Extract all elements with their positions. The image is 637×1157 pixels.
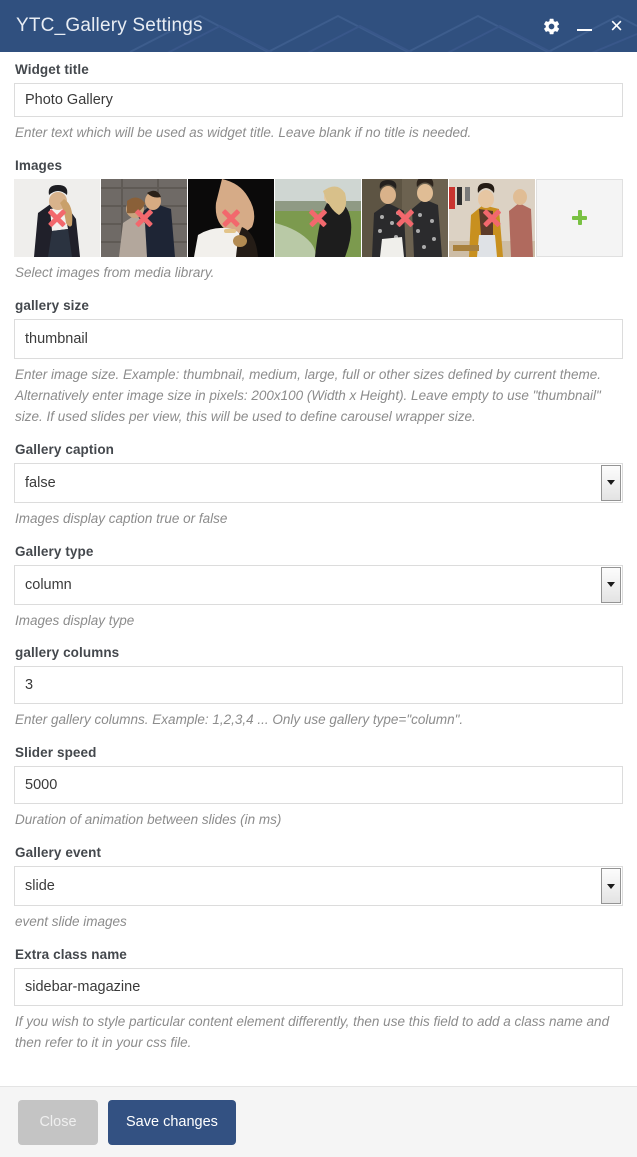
image-thumbnail[interactable] — [14, 178, 100, 257]
chevron-down-icon[interactable] — [601, 868, 621, 905]
field-widget-title: Widget title Photo Gallery Enter text wh… — [14, 62, 623, 144]
gallery-event-select[interactable]: slide — [14, 866, 623, 907]
dialog-footer: Close Save changes — [0, 1086, 637, 1157]
field-extra-class-name: Extra class name sidebar-magazine If you… — [14, 947, 623, 1054]
widget-title-label: Widget title — [15, 62, 89, 77]
widget-title-input[interactable]: Photo Gallery — [14, 83, 623, 117]
gallery-type-select[interactable]: column — [14, 564, 623, 605]
extra-class-help: If you wish to style particular content … — [15, 1014, 610, 1051]
gallery-size-input[interactable]: thumbnail — [14, 318, 623, 359]
remove-image-icon[interactable] — [307, 207, 329, 229]
image-thumbnail[interactable] — [101, 178, 187, 257]
gallery-caption-label: Gallery caption — [15, 441, 115, 457]
slider-speed-label: Slider speed — [15, 745, 97, 761]
gallery-size-help: Enter image size. Example: thumbnail, me… — [15, 366, 602, 424]
gallery-type-help: Images display type — [15, 612, 135, 628]
field-gallery-event: Gallery event slide event slide images — [14, 845, 623, 933]
settings-form: Widget title Photo Gallery Enter text wh… — [0, 52, 637, 1086]
slider-speed-input[interactable]: 5000 — [14, 766, 623, 805]
minimize-icon[interactable] — [577, 19, 593, 33]
gallery-caption-select[interactable]: false — [14, 462, 623, 503]
chevron-down-icon[interactable] — [601, 464, 621, 501]
chevron-down-icon[interactable] — [601, 566, 621, 603]
close-button[interactable]: Close — [18, 1099, 98, 1145]
gallery-type-label: Gallery type — [15, 543, 94, 559]
gallery-event-help: event slide images — [15, 914, 127, 930]
field-gallery-caption: Gallery caption false Images display cap… — [14, 442, 623, 530]
dialog-titlebar: YTC_Gallery Settings × — [0, 0, 637, 52]
plus-icon — [572, 210, 587, 226]
images-label: Images — [15, 157, 63, 173]
save-changes-button[interactable]: Save changes — [108, 1099, 236, 1145]
gallery-caption-value: false — [25, 474, 56, 491]
field-gallery-size: gallery size thumbnail Enter image size.… — [14, 298, 623, 428]
field-gallery-columns: gallery columns 3 Enter gallery columns.… — [14, 645, 623, 731]
extra-class-input[interactable]: sidebar-magazine — [14, 968, 623, 1007]
extra-class-label: Extra class name — [15, 947, 127, 963]
dialog-title: YTC_Gallery Settings — [16, 15, 203, 36]
slider-speed-help: Duration of animation between slides (in… — [15, 812, 282, 828]
images-thumbnail-row — [14, 178, 623, 257]
widget-title-help: Enter text which will be used as widget … — [15, 125, 472, 140]
remove-image-icon[interactable] — [133, 207, 155, 229]
close-icon[interactable]: × — [610, 15, 623, 37]
remove-image-icon[interactable] — [394, 207, 416, 229]
gear-icon[interactable] — [542, 17, 561, 36]
field-images: Images Select images from media library. — [14, 158, 623, 284]
gallery-event-label: Gallery event — [15, 845, 102, 861]
images-help: Select images from media library. — [15, 264, 215, 280]
image-thumbnail[interactable] — [449, 178, 535, 257]
image-thumbnail[interactable] — [275, 178, 361, 257]
gallery-columns-label: gallery columns — [15, 645, 120, 661]
gallery-type-value: column — [25, 576, 72, 593]
remove-image-icon[interactable] — [220, 207, 242, 229]
window-controls: × — [542, 15, 623, 37]
remove-image-icon[interactable] — [46, 207, 68, 229]
image-thumbnail[interactable] — [362, 178, 448, 257]
gallery-size-label: gallery size — [15, 297, 89, 313]
image-thumbnail[interactable] — [188, 178, 274, 257]
gallery-event-value: slide — [25, 878, 55, 895]
field-gallery-type: Gallery type column Images display type — [14, 544, 623, 632]
field-slider-speed: Slider speed 5000 Duration of animation … — [14, 745, 623, 831]
ytc-gallery-settings-dialog: YTC_Gallery Settings × Widget title Phot… — [0, 0, 637, 1157]
gallery-caption-help: Images display caption true or false — [15, 510, 228, 526]
gallery-columns-input[interactable]: 3 — [14, 666, 623, 705]
remove-image-icon[interactable] — [481, 207, 503, 229]
add-image-button[interactable] — [536, 178, 623, 257]
gallery-columns-help: Enter gallery columns. Example: 1,2,3,4 … — [15, 712, 464, 728]
